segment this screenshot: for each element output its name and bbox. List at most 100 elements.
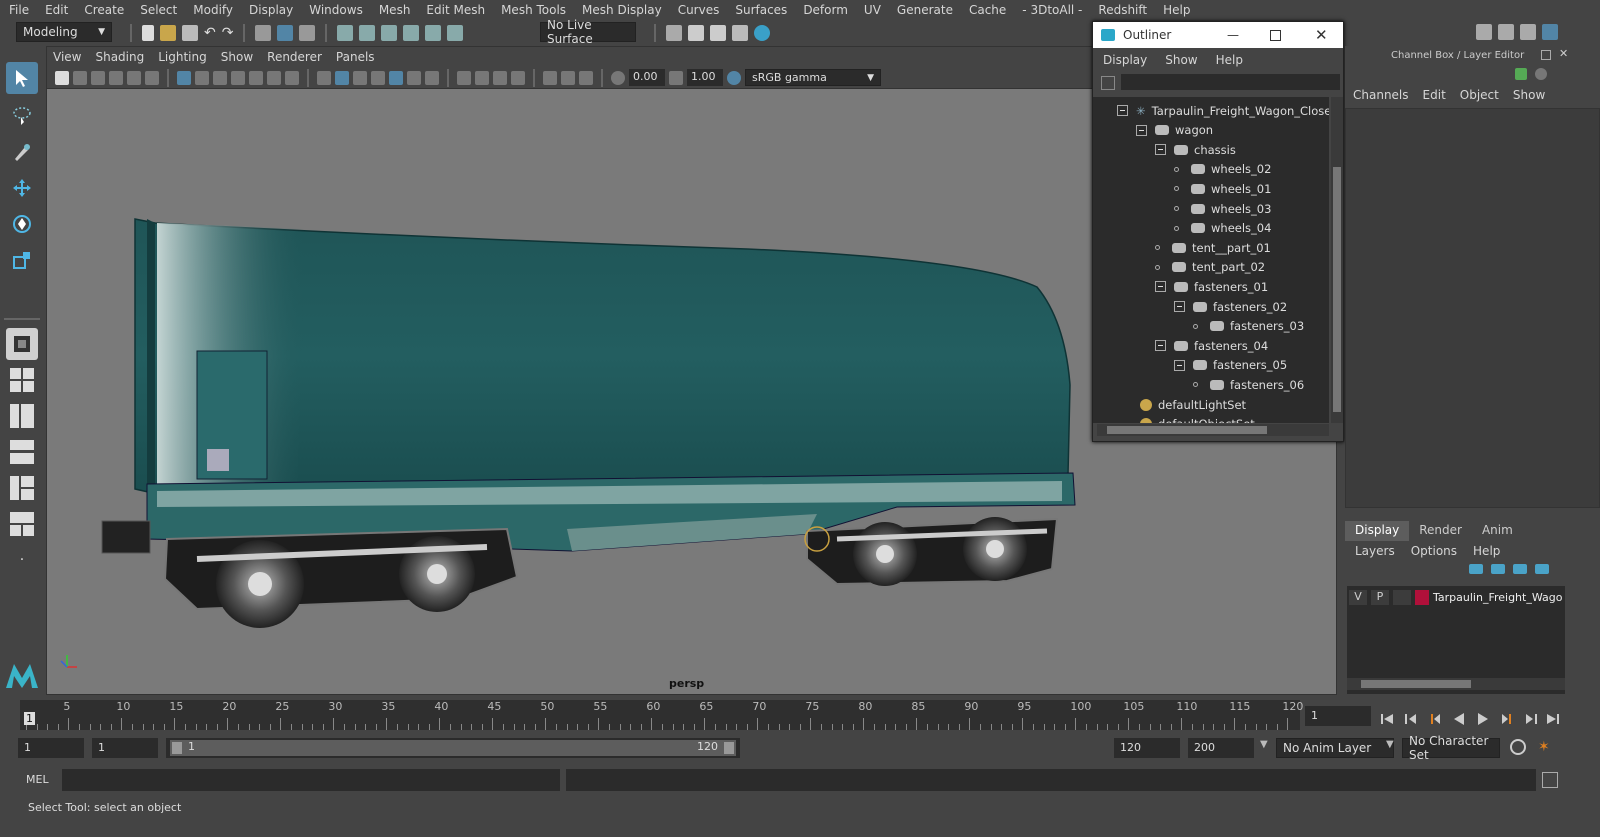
modeling-toolkit-icon[interactable] [1476,24,1492,40]
menu-file[interactable]: File [0,3,36,17]
layer-menu-options[interactable]: Options [1401,544,1463,558]
ipr-render-icon[interactable] [710,25,726,41]
command-input[interactable] [62,769,560,791]
step-forward-key-icon[interactable] [1524,712,1538,726]
range-start-grip[interactable] [172,742,182,754]
outliner-item[interactable]: wheels_01 [1174,179,1271,198]
render-view-icon[interactable] [732,25,748,41]
current-frame-field[interactable]: 1 [1305,706,1371,726]
render-settings-icon[interactable] [666,25,682,41]
chevron-down-icon[interactable]: ▼ [1260,739,1268,750]
layer-name[interactable]: Tarpaulin_Freight_Wago [1433,591,1562,604]
collapse-toggle-icon[interactable] [1155,281,1166,293]
menu-surfaces[interactable]: Surfaces [726,3,794,17]
collapse-toggle-icon[interactable] [1155,340,1166,352]
animation-end-field[interactable]: 200 [1188,738,1254,758]
menu-modify[interactable]: Modify [184,3,240,17]
outliner-item[interactable]: fasteners_01 [1155,277,1268,296]
attribute-editor-icon[interactable] [1498,24,1514,40]
outliner-item[interactable]: defaultObjectSet [1136,415,1255,423]
rotate-tool-button[interactable] [6,208,38,240]
outliner-item[interactable]: wagon [1136,121,1213,140]
grease-pencil-icon[interactable] [145,70,159,85]
menu-display[interactable]: Display [240,3,300,17]
channel-menu-show[interactable]: Show [1505,88,1551,106]
open-scene-icon[interactable] [160,25,176,41]
layer-list-scrollbar[interactable] [1347,678,1565,690]
uv-layout-button[interactable] [6,508,38,540]
layer-menu-layers[interactable]: Layers [1345,544,1401,558]
textured-icon[interactable] [371,70,385,85]
animation-preferences-icon[interactable]: ✶ [1538,739,1556,755]
panel-menu-lighting[interactable]: Lighting [152,50,215,64]
outliner-search-input[interactable] [1121,74,1340,90]
scrollbar-thumb[interactable] [1333,167,1341,412]
play-backward-icon[interactable] [1452,712,1466,726]
backface-culling-icon[interactable] [511,70,525,85]
range-slider-handle[interactable]: 1 120 [170,740,736,756]
go-to-end-icon[interactable] [1546,712,1560,726]
menu-uv[interactable]: UV [855,3,888,17]
script-language-button[interactable]: MEL [26,773,49,786]
menu-help[interactable]: Help [1154,3,1197,17]
tarpaulin-freight-wagon-model[interactable] [101,218,1076,628]
scale-tool-button[interactable] [6,244,38,276]
outliner-item[interactable]: tent__part_01 [1155,238,1271,257]
wireframe-on-shaded-icon[interactable] [353,70,367,85]
snap-point-icon[interactable] [381,25,398,41]
collapse-toggle-icon[interactable] [1174,359,1185,371]
current-time-marker[interactable]: 1 [24,712,35,725]
auto-key-icon[interactable] [1510,739,1526,755]
menu-edit-mesh[interactable]: Edit Mesh [417,3,492,17]
outliner-menu-display[interactable]: Display [1093,53,1155,67]
collapse-toggle-icon[interactable] [1155,144,1166,156]
menu-select[interactable]: Select [131,3,184,17]
anim-layer-dropdown[interactable]: No Anim Layer [1276,738,1394,758]
wireframe-icon[interactable] [317,70,331,85]
tab-anim[interactable]: Anim [1472,521,1523,541]
menu-mesh-display[interactable]: Mesh Display [573,3,669,17]
outliner-menu-show[interactable]: Show [1155,53,1205,67]
select-object-icon[interactable] [277,25,294,41]
menu-mesh[interactable]: Mesh [370,3,418,17]
outliner-vertical-scrollbar[interactable] [1331,97,1343,423]
menu-curves[interactable]: Curves [669,3,727,17]
outliner-item[interactable]: fasteners_05 [1174,356,1287,375]
snap-curve-icon[interactable] [359,25,376,41]
make-live-icon[interactable] [447,25,464,41]
collapse-toggle-icon[interactable] [1174,301,1185,312]
select-tool-button[interactable] [6,62,38,94]
hypershade-icon[interactable] [754,25,770,41]
select-component-icon[interactable] [299,25,316,41]
color-management-icon[interactable] [727,70,741,85]
save-scene-icon[interactable] [182,25,198,41]
shadows-icon[interactable] [407,70,421,85]
animation-start-field[interactable]: 1 [18,738,84,758]
film-gate-icon[interactable] [195,70,209,85]
resolution-gate-icon[interactable] [213,70,227,85]
outliner-item[interactable]: fasteners_04 [1155,336,1268,355]
xray-joints-icon[interactable] [493,70,507,85]
persp-outliner-layout-button[interactable] [6,400,38,432]
menu-edit[interactable]: Edit [36,3,75,17]
playback-end-field[interactable]: 120 [1114,738,1180,758]
gamma-field[interactable]: 1.00 [687,69,723,86]
new-layer-icon[interactable] [1513,564,1527,574]
redo-icon[interactable]: ↷ [222,25,234,41]
channel-menu-edit[interactable]: Edit [1415,88,1452,106]
four-view-layout-button[interactable] [6,364,38,396]
exposure-field[interactable]: 0.00 [629,69,665,86]
manipulator-icon[interactable] [1515,68,1527,80]
two-d-pan-icon[interactable] [127,70,141,85]
panel-menu-show[interactable]: Show [215,50,261,64]
move-tool-button[interactable] [6,172,38,204]
frame-all-icon[interactable] [561,70,575,85]
layer-visibility-toggle[interactable]: V [1349,590,1367,605]
undo-icon[interactable]: ↶ [204,25,216,41]
layer-row[interactable]: V P Tarpaulin_Freight_Wago [1349,590,1562,605]
outliner-item[interactable]: wheels_04 [1174,219,1271,238]
outliner-item[interactable]: ✳ Tarpaulin_Freight_Wagon_Closed_ [1117,101,1329,120]
new-layer-selected-icon[interactable] [1535,564,1549,574]
use-all-lights-icon[interactable] [389,70,403,85]
outliner-horizontal-scrollbar[interactable] [1097,424,1329,436]
